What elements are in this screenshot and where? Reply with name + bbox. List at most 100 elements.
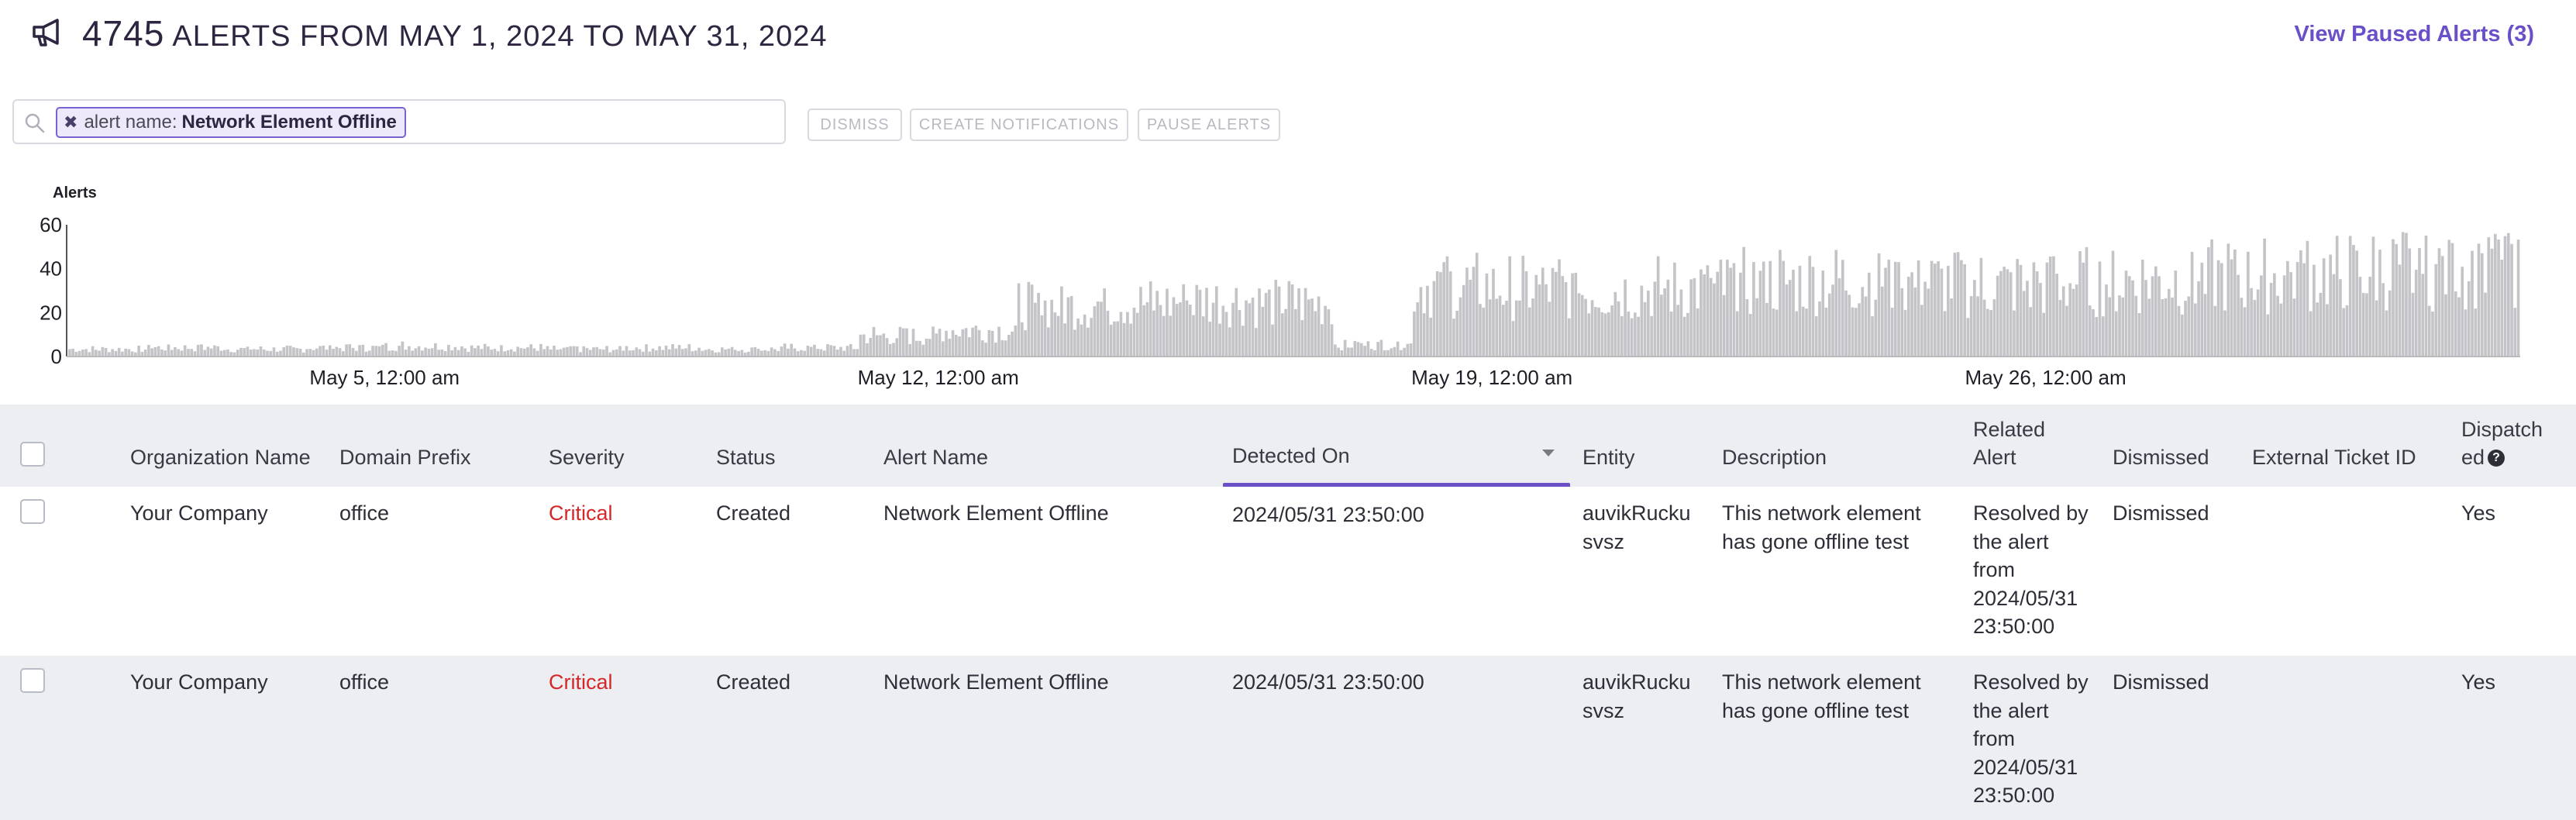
chart-bar bbox=[2121, 297, 2125, 357]
column-header-description[interactable]: Description bbox=[1722, 443, 1827, 471]
chart-bar bbox=[2068, 283, 2072, 357]
chart-bar bbox=[1426, 285, 1429, 357]
chart-bar bbox=[213, 345, 216, 357]
chart-bar bbox=[1087, 327, 1090, 357]
help-icon[interactable]: ? bbox=[2488, 450, 2505, 467]
row-checkbox[interactable] bbox=[20, 668, 45, 693]
filter-chip[interactable]: ✖ alert name: Network Element Offline bbox=[56, 107, 406, 138]
column-header-detected-on[interactable]: Detected On bbox=[1232, 442, 1350, 470]
chart-bar bbox=[601, 349, 605, 357]
chart-bar bbox=[1907, 277, 1910, 357]
chart-bar bbox=[2487, 237, 2491, 357]
chart-bar bbox=[1300, 320, 1304, 357]
chart-bar bbox=[2213, 305, 2217, 357]
chart-bar bbox=[1004, 340, 1007, 357]
chart-bar bbox=[2092, 308, 2095, 357]
chart-bar bbox=[2398, 264, 2402, 357]
chart-bar bbox=[556, 350, 560, 357]
remove-filter-icon[interactable]: ✖ bbox=[64, 112, 77, 133]
chart-bar bbox=[2035, 271, 2039, 357]
chart-bar bbox=[269, 350, 273, 357]
create-notifications-button[interactable]: CREATE NOTIFICATIONS bbox=[910, 109, 1128, 141]
chart-bar bbox=[1973, 280, 1976, 357]
column-header-status[interactable]: Status bbox=[716, 443, 776, 471]
chart-bar bbox=[1527, 307, 1531, 357]
chart-bar bbox=[2220, 263, 2223, 357]
chart-bar bbox=[1172, 297, 1176, 357]
column-header-domain-prefix[interactable]: Domain Prefix bbox=[339, 443, 471, 471]
column-header-related-alert[interactable]: Related Alert bbox=[1973, 415, 2045, 471]
chart-bar bbox=[2055, 274, 2059, 357]
chart-bar bbox=[2226, 243, 2230, 357]
chart-bar bbox=[1792, 270, 1795, 357]
column-header-dispatched-line2: ed bbox=[2461, 446, 2485, 469]
chart-bar bbox=[2016, 259, 2019, 357]
chart-bar bbox=[1798, 265, 1802, 357]
chart-bar bbox=[1327, 309, 1331, 357]
chart-bar bbox=[588, 350, 592, 357]
chart-bar bbox=[1700, 269, 1703, 357]
chart-bar bbox=[875, 335, 879, 357]
select-all-checkbox[interactable] bbox=[20, 442, 45, 467]
chart-bar bbox=[987, 330, 991, 357]
column-header-external-ticket-id[interactable]: External Ticket ID bbox=[2252, 443, 2416, 471]
column-header-alert-name[interactable]: Alert Name bbox=[883, 443, 988, 471]
chart-bar bbox=[427, 349, 431, 357]
chart-bar bbox=[2309, 311, 2313, 357]
chart-bar bbox=[2140, 260, 2144, 357]
chart-bar bbox=[859, 334, 863, 357]
chart-bar bbox=[1673, 262, 1676, 357]
chart-bar bbox=[948, 338, 952, 357]
chart-bar bbox=[1637, 316, 1640, 357]
pause-alerts-button[interactable]: PAUSE ALERTS bbox=[1138, 109, 1280, 141]
chart-bar bbox=[1982, 299, 1986, 357]
filter-chip-value: Network Element Offline bbox=[181, 112, 397, 133]
chart-bar bbox=[1106, 310, 1110, 357]
chart-bar bbox=[322, 345, 325, 357]
chart-bar bbox=[2414, 270, 2418, 357]
chart-bar bbox=[2474, 308, 2478, 357]
dismiss-button[interactable]: DISMISS bbox=[808, 109, 902, 141]
chart-bar bbox=[2190, 251, 2194, 357]
chart-bar bbox=[1824, 307, 1828, 357]
chart-bar bbox=[1696, 308, 1700, 357]
chart-bar bbox=[2513, 308, 2517, 357]
chart-bar bbox=[925, 339, 928, 357]
chart-bar bbox=[2134, 295, 2138, 357]
column-header-severity[interactable]: Severity bbox=[549, 443, 625, 471]
chart-bar bbox=[315, 348, 319, 357]
chart-bar bbox=[1969, 295, 1973, 357]
chart-bar bbox=[1093, 306, 1097, 357]
chart-bar bbox=[1422, 313, 1426, 357]
chart-bar bbox=[2339, 279, 2342, 357]
chart-bar bbox=[595, 346, 599, 357]
chart-bar bbox=[2269, 282, 2273, 357]
filter-chip-key: alert name: bbox=[84, 112, 177, 133]
search-input[interactable]: ✖ alert name: Network Element Offline bbox=[12, 99, 786, 144]
alerts-chart: Alerts 0 20 40 60 May 5, 12:00 am May 12, 12… bbox=[40, 184, 2520, 389]
cell-related-line: 2024/05/31 bbox=[1973, 586, 2078, 610]
chart-bar bbox=[384, 343, 387, 357]
column-header-organization[interactable]: Organization Name bbox=[130, 443, 311, 471]
chart-bar bbox=[503, 351, 506, 357]
chart-bar bbox=[354, 350, 358, 357]
row-checkbox[interactable] bbox=[20, 499, 45, 524]
chart-bar bbox=[288, 346, 292, 357]
chart-bar bbox=[1989, 310, 1992, 357]
page-header: 4745 ALERTS FROM MAY 1, 2024 TO MAY 31, 2… bbox=[0, 0, 2576, 78]
view-paused-alerts-link[interactable]: View Paused Alerts (3) bbox=[2295, 22, 2534, 47]
sort-descending-icon[interactable] bbox=[1542, 450, 1555, 457]
chart-bar bbox=[2299, 250, 2302, 357]
chart-bar bbox=[1917, 260, 1920, 357]
column-header-dispatched[interactable]: Dispatch ed? bbox=[2461, 415, 2543, 471]
chart-bar bbox=[2065, 305, 2068, 357]
chart-bar bbox=[1448, 271, 1452, 357]
cell-related-line: Resolved by bbox=[1973, 670, 2089, 694]
chart-bar bbox=[1940, 268, 1944, 357]
chart-bar bbox=[2352, 245, 2355, 357]
column-header-entity[interactable]: Entity bbox=[1582, 443, 1635, 471]
chart-bar bbox=[980, 340, 984, 357]
column-header-dismissed[interactable]: Dismissed bbox=[2113, 443, 2209, 471]
chart-bar bbox=[2052, 256, 2055, 357]
chart-bar bbox=[174, 347, 177, 357]
